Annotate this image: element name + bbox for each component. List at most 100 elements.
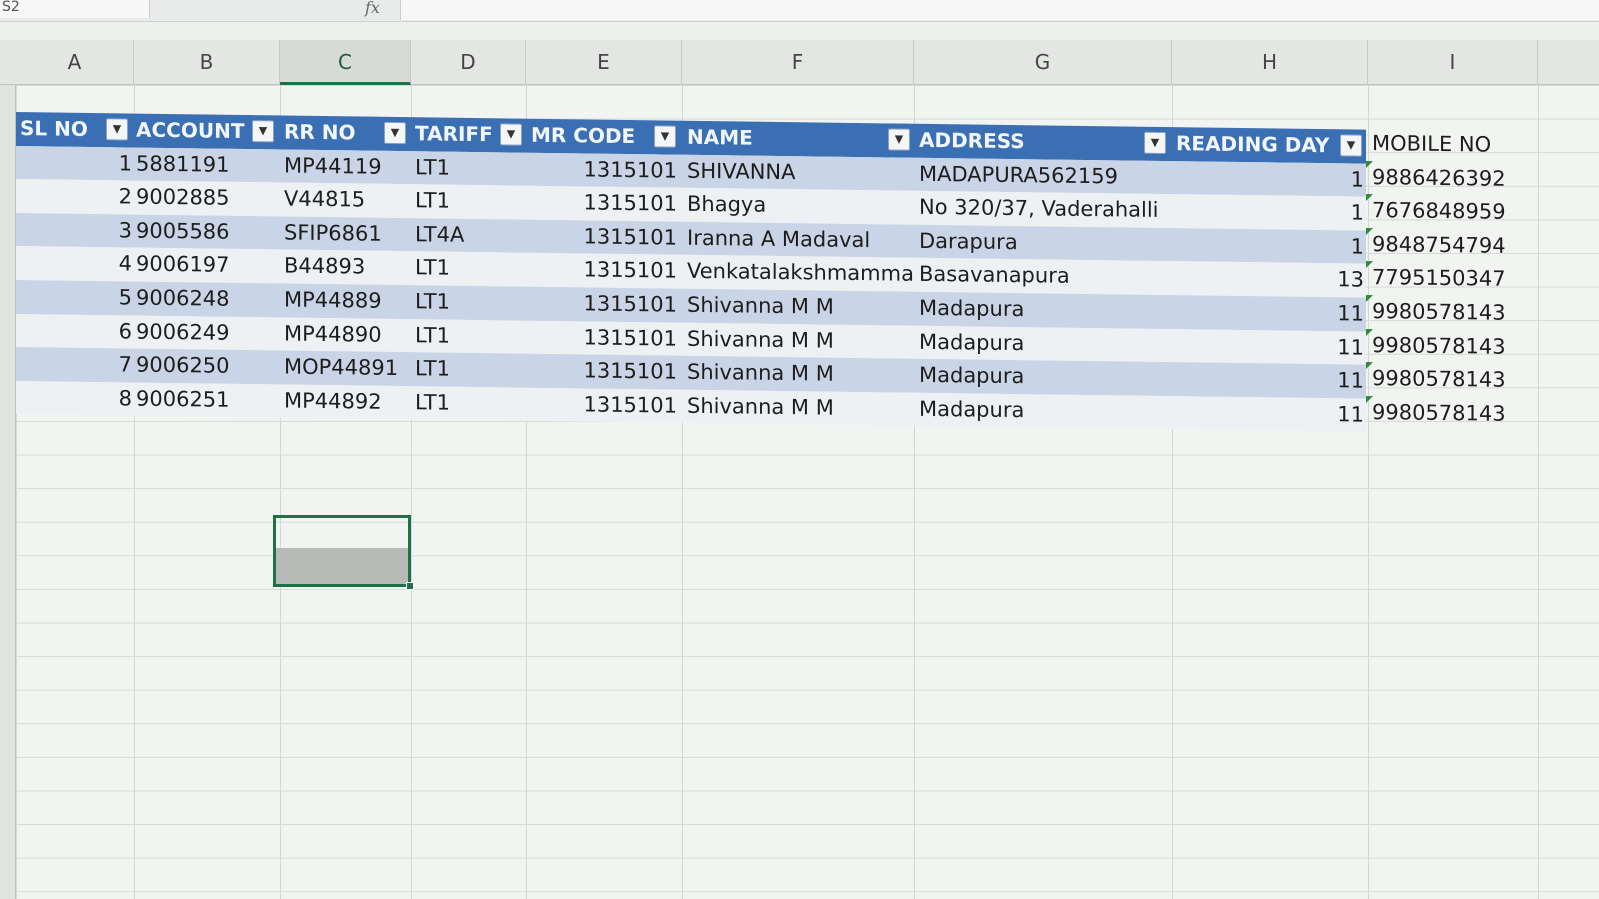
filter-active-icon[interactable]: ▼ bbox=[500, 123, 522, 146]
filter-dropdown-icon[interactable]: ▼ bbox=[384, 121, 406, 145]
cell-name[interactable]: Iranna A Madaval bbox=[687, 222, 917, 259]
column-header-a[interactable]: A bbox=[16, 40, 134, 85]
cell-account[interactable]: 9006251 bbox=[136, 382, 286, 418]
cell-tariff[interactable]: LT1 bbox=[415, 184, 525, 219]
header-tariff[interactable]: TARIFF bbox=[415, 117, 499, 152]
header-name[interactable]: NAME bbox=[687, 121, 867, 157]
cell-address[interactable]: MADAPURA562159 bbox=[919, 157, 1175, 194]
cell-mr-code[interactable]: 1315101 bbox=[531, 186, 677, 222]
cell-rr-no[interactable]: SFIP6861 bbox=[284, 216, 414, 251]
filter-dropdown-icon[interactable]: ▼ bbox=[888, 128, 910, 151]
cell-sl-no[interactable]: 8 bbox=[76, 382, 132, 416]
header-mr-code[interactable]: MR CODE bbox=[531, 119, 651, 154]
cell-reading-day[interactable]: 1 bbox=[1176, 161, 1364, 197]
column-header-d[interactable]: D bbox=[411, 40, 526, 85]
fx-icon[interactable]: fx bbox=[365, 0, 380, 17]
cell-account[interactable]: 9006197 bbox=[136, 248, 286, 284]
header-sl-no[interactable]: SL NO bbox=[20, 112, 100, 147]
cell-tariff[interactable]: LT4A bbox=[415, 218, 525, 253]
column-header-c[interactable]: C bbox=[280, 40, 411, 85]
cell-rr-no[interactable]: V44815 bbox=[284, 183, 414, 218]
cell-account[interactable]: 9006248 bbox=[136, 282, 286, 318]
cell-sl-no[interactable]: 2 bbox=[76, 180, 132, 214]
column-header-g[interactable]: G bbox=[914, 40, 1172, 85]
filter-dropdown-icon[interactable]: ▼ bbox=[1340, 134, 1362, 157]
cell-rr-no[interactable]: MP44892 bbox=[284, 384, 414, 419]
header-account[interactable]: ACCOUNT bbox=[136, 114, 248, 149]
cell-address[interactable]: Madapura bbox=[919, 325, 1175, 362]
formula-input[interactable] bbox=[400, 0, 1599, 20]
cell-account[interactable]: 5881191 bbox=[136, 147, 286, 183]
cell-tariff[interactable]: LT1 bbox=[415, 285, 525, 320]
cell-sl-no[interactable]: 4 bbox=[76, 247, 132, 281]
cell-tariff[interactable]: LT1 bbox=[415, 386, 525, 421]
cell-rr-no[interactable]: MP44119 bbox=[284, 149, 414, 184]
cell-reading-day[interactable]: 13 bbox=[1176, 262, 1364, 298]
cell-name[interactable]: Bhagya bbox=[687, 188, 917, 225]
name-box[interactable]: S2 bbox=[0, 0, 150, 18]
cell-address[interactable]: Darapura bbox=[919, 225, 1175, 262]
column-header-i[interactable]: I bbox=[1368, 40, 1538, 85]
cell-reading-day[interactable]: 11 bbox=[1176, 295, 1364, 331]
column-header-e[interactable]: E bbox=[526, 40, 682, 85]
cell-rr-no[interactable]: MP44890 bbox=[284, 317, 414, 352]
cell-address[interactable]: No 320/37, Vaderahalli bbox=[919, 191, 1175, 228]
cell-sl-no[interactable]: 3 bbox=[76, 214, 132, 248]
cell-name[interactable]: SHIVANNA bbox=[687, 154, 917, 191]
cell-rr-no[interactable]: MOP44891 bbox=[284, 351, 414, 386]
cell-account[interactable]: 9002885 bbox=[136, 181, 286, 217]
header-reading-day[interactable]: READING DAY bbox=[1176, 127, 1336, 163]
cell-sl-no[interactable]: 1 bbox=[76, 146, 132, 180]
cell-mobile[interactable]: 7795150347 bbox=[1366, 261, 1506, 296]
cell-mobile[interactable]: 7676848959 bbox=[1366, 194, 1506, 229]
cell-mobile-header[interactable]: MOBILE NO bbox=[1366, 127, 1506, 162]
cell-mobile[interactable]: 9886426392 bbox=[1366, 160, 1506, 196]
cell-address[interactable]: Madapura bbox=[919, 292, 1175, 329]
row-header-gutter[interactable] bbox=[0, 85, 16, 899]
cell-tariff[interactable]: LT1 bbox=[415, 352, 525, 387]
header-rr-no[interactable]: RR NO bbox=[284, 116, 379, 151]
cell-rr-no[interactable]: MP44889 bbox=[284, 283, 414, 318]
column-header-f[interactable]: F bbox=[682, 40, 914, 85]
cell-sl-no[interactable]: 6 bbox=[76, 314, 132, 348]
cell-reading-day[interactable]: 1 bbox=[1176, 194, 1364, 230]
cell-name[interactable]: Shivanna M M bbox=[687, 322, 917, 359]
filter-dropdown-icon[interactable]: ▼ bbox=[1144, 131, 1166, 155]
cell-account[interactable]: 9006250 bbox=[136, 349, 286, 385]
cell-reading-day[interactable]: 11 bbox=[1176, 362, 1364, 398]
cell-mobile[interactable]: 9980578143 bbox=[1366, 294, 1506, 330]
filter-dropdown-icon[interactable]: ▼ bbox=[654, 125, 676, 148]
column-header-h[interactable]: H bbox=[1172, 40, 1368, 85]
cell-address[interactable]: Basavanapura bbox=[919, 258, 1175, 295]
cell-mobile[interactable]: 9980578143 bbox=[1366, 328, 1506, 364]
cell-mr-code[interactable]: 1315101 bbox=[531, 152, 677, 188]
filter-dropdown-icon[interactable]: ▼ bbox=[106, 118, 128, 141]
cell-address[interactable]: Madapura bbox=[919, 393, 1175, 430]
cell-tariff[interactable]: LT1 bbox=[415, 319, 525, 354]
cell-name[interactable]: Shivanna M M bbox=[687, 390, 917, 427]
cell-mr-code[interactable]: 1315101 bbox=[531, 253, 677, 289]
cell-name[interactable]: Venkatalakshmamma bbox=[687, 255, 917, 292]
active-cell-selection[interactable] bbox=[273, 515, 414, 590]
cell-mr-code[interactable]: 1315101 bbox=[531, 220, 677, 256]
cell-tariff[interactable]: LT1 bbox=[415, 151, 525, 186]
cell-reading-day[interactable]: 1 bbox=[1176, 228, 1364, 264]
cell-name[interactable]: Shivanna M M bbox=[687, 289, 917, 326]
cell-mr-code[interactable]: 1315101 bbox=[531, 354, 677, 390]
cell-rr-no[interactable]: B44893 bbox=[284, 250, 414, 285]
cell-sl-no[interactable]: 5 bbox=[76, 281, 132, 315]
cell-reading-day[interactable]: 11 bbox=[1176, 396, 1364, 432]
cell-address[interactable]: Madapura bbox=[919, 359, 1175, 396]
column-header-b[interactable]: B bbox=[134, 40, 280, 85]
cell-mr-code[interactable]: 1315101 bbox=[531, 320, 677, 356]
filter-dropdown-icon[interactable]: ▼ bbox=[252, 120, 274, 143]
header-address[interactable]: ADDRESS bbox=[919, 124, 1139, 160]
cell-account[interactable]: 9006249 bbox=[136, 315, 286, 351]
cell-mr-code[interactable]: 1315101 bbox=[531, 287, 677, 323]
cell-account[interactable]: 9005586 bbox=[136, 214, 286, 250]
cell-sl-no[interactable]: 7 bbox=[76, 348, 132, 382]
cell-mobile[interactable]: 9980578143 bbox=[1366, 395, 1506, 431]
cell-name[interactable]: Shivanna M M bbox=[687, 356, 917, 393]
cell-reading-day[interactable]: 11 bbox=[1176, 329, 1364, 365]
cell-tariff[interactable]: LT1 bbox=[415, 252, 525, 287]
